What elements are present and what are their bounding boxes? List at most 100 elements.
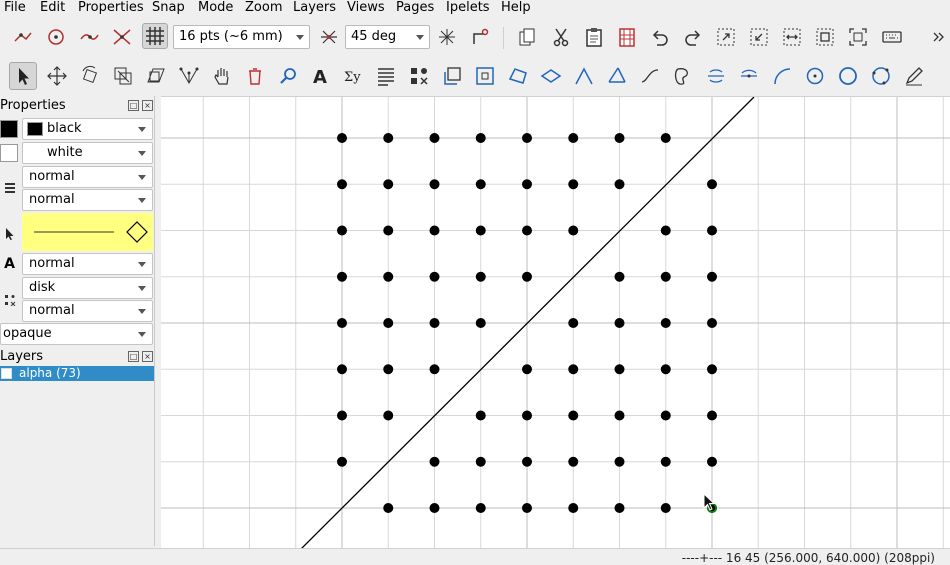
select-mode-icon[interactable]: [9, 62, 37, 90]
translate-mode-icon[interactable]: [44, 63, 70, 89]
opacity-select[interactable]: opaque: [0, 323, 153, 345]
mark-disk: [337, 456, 347, 467]
snap-grid-icon[interactable]: [142, 23, 168, 49]
mark-disk: [522, 456, 532, 467]
float-icon[interactable]: □: [128, 100, 139, 111]
text-mode-icon[interactable]: A: [308, 63, 334, 89]
fill-color-select[interactable]: white: [22, 142, 153, 164]
chevron-down-icon: [296, 35, 304, 40]
layer-item[interactable]: alpha (73): [0, 366, 154, 381]
rectangle-mode-icon[interactable]: [439, 63, 465, 89]
stroke-color-button[interactable]: [0, 118, 19, 140]
menu-snap[interactable]: Snap: [152, 0, 185, 15]
svg-text:A: A: [313, 67, 327, 87]
arc-three-mode-icon[interactable]: [736, 63, 762, 89]
circle-center-mode-icon[interactable]: [802, 63, 828, 89]
mark-disk: [429, 133, 440, 143]
marks-mode-icon[interactable]: [406, 63, 432, 89]
mark-disk: [475, 503, 486, 513]
fill-color-button[interactable]: [0, 142, 19, 164]
triangle-mode-icon[interactable]: [604, 63, 630, 89]
angle-size-select[interactable]: 45 deg: [345, 25, 430, 49]
chevron-down-icon: [138, 151, 146, 156]
paste-icon[interactable]: [581, 24, 607, 50]
pen-width-icon: [0, 177, 19, 199]
chevron-down-icon: [416, 35, 424, 40]
mark-disk: [614, 364, 625, 375]
pan-hand-icon[interactable]: [209, 63, 235, 89]
arc-mode-icon[interactable]: [769, 63, 795, 89]
fit-selection-icon[interactable]: [812, 24, 838, 50]
toolbar-overflow-icon[interactable]: [929, 24, 947, 50]
snap-autoangle-icon[interactable]: [434, 24, 460, 50]
close-icon[interactable]: ×: [142, 100, 153, 111]
pen-width-select[interactable]: normal: [22, 166, 153, 188]
arrow-preview-graphic: [34, 221, 148, 243]
mark-shape-select[interactable]: disk: [22, 277, 153, 299]
stretch-mode-icon[interactable]: [110, 63, 136, 89]
menu-help[interactable]: Help: [501, 0, 531, 15]
text-size-select[interactable]: normal: [22, 253, 153, 275]
copy-page-icon[interactable]: [514, 24, 540, 50]
trash-icon[interactable]: [242, 63, 268, 89]
circle-diameter-mode-icon[interactable]: [835, 63, 861, 89]
paragraph-mode-icon[interactable]: [373, 63, 399, 89]
line-mode-icon[interactable]: [571, 63, 597, 89]
chevron-down-icon: [138, 309, 146, 314]
polygon-mode-icon[interactable]: [505, 63, 531, 89]
zoom-page-icon[interactable]: [845, 24, 871, 50]
box-mode-icon[interactable]: [472, 63, 498, 89]
grid-size-select[interactable]: 16 pts (~6 mm): [173, 25, 310, 49]
snap-center-icon[interactable]: [43, 24, 69, 50]
parallelogram-mode-icon[interactable]: [538, 63, 564, 89]
menu-views[interactable]: Views: [347, 0, 385, 15]
float-icon[interactable]: □: [128, 351, 139, 362]
keyboard-icon[interactable]: [879, 24, 905, 50]
redo-icon[interactable]: [680, 24, 706, 50]
arrow-preview[interactable]: [22, 213, 153, 251]
mark-disk: [707, 364, 717, 375]
mark-disk: [383, 318, 394, 328]
shear-mode-icon[interactable]: [143, 63, 169, 89]
splinegon-mode-icon[interactable]: [670, 63, 696, 89]
ink-pen-icon[interactable]: [901, 63, 927, 89]
circle-three-mode-icon[interactable]: [868, 63, 894, 89]
snap-vertex-icon[interactable]: [10, 24, 36, 50]
arc-center-mode-icon[interactable]: [703, 63, 729, 89]
fit-objects-icon[interactable]: [746, 24, 772, 50]
menu-edit[interactable]: Edit: [40, 0, 65, 15]
menu-mode[interactable]: Mode: [198, 0, 233, 15]
rotate-mode-icon[interactable]: [77, 63, 103, 89]
math-mode-icon[interactable]: Σy: [341, 63, 367, 89]
stroke-color-select[interactable]: black: [22, 118, 153, 140]
mark-disk: [522, 133, 532, 143]
snap-boundary-icon[interactable]: [76, 24, 102, 50]
spline-mode-icon[interactable]: [637, 63, 663, 89]
menu-pages[interactable]: Pages: [396, 0, 434, 15]
menu-zoom[interactable]: Zoom: [245, 0, 282, 15]
magnifier-icon[interactable]: [275, 63, 301, 89]
layer-visibility-checkbox[interactable]: [1, 368, 12, 379]
fit-page-icon[interactable]: [713, 24, 739, 50]
layers-title: Layers: [0, 349, 44, 364]
fit-width-icon[interactable]: [779, 24, 805, 50]
undo-icon[interactable]: [647, 24, 673, 50]
snap-custom-icon[interactable]: [467, 24, 493, 50]
cut-icon[interactable]: [548, 24, 574, 50]
menu-file[interactable]: File: [4, 0, 26, 15]
graph-mode-icon[interactable]: [176, 63, 202, 89]
snap-angle-icon[interactable]: [316, 24, 342, 50]
menu-properties[interactable]: Properties: [78, 0, 144, 15]
mark-shape-value: disk: [29, 280, 56, 295]
mark-disk: [614, 318, 625, 328]
snap-intersection-icon[interactable]: [109, 24, 135, 50]
close-icon[interactable]: ×: [142, 351, 153, 362]
menu-ipelets[interactable]: Ipelets: [446, 0, 490, 15]
mark-disk: [568, 225, 579, 236]
drawing-canvas[interactable]: [161, 96, 950, 548]
mark-size-select[interactable]: normal: [22, 300, 153, 322]
menu-layers[interactable]: Layers: [293, 0, 336, 15]
delete-page-icon[interactable]: [614, 24, 640, 50]
dash-style-select[interactable]: normal: [22, 189, 153, 211]
arrow-mode-icon[interactable]: [0, 223, 19, 245]
